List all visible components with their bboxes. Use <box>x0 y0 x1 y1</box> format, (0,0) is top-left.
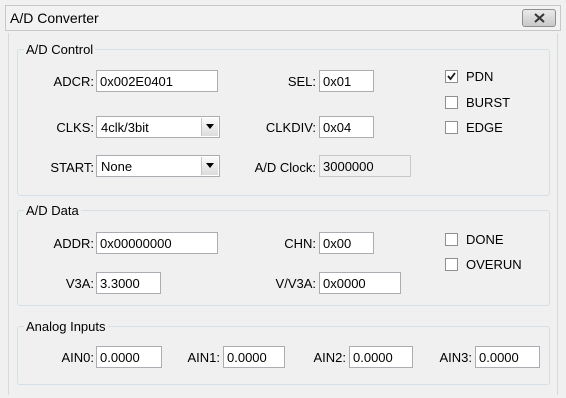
start-value: None <box>101 159 133 174</box>
ain0-label: AIN0: <box>61 350 94 365</box>
clks-value: 4clk/3bit <box>101 120 149 135</box>
overun-checkbox[interactable] <box>445 258 458 271</box>
vv3a-field[interactable]: 0x0000 <box>319 272 401 294</box>
addr-field[interactable]: 0x00000000 <box>96 232 218 254</box>
overun-label[interactable]: OVERUN <box>466 257 522 272</box>
ad-clock-field: 3000000 <box>319 155 411 177</box>
done-checkbox[interactable] <box>445 233 458 246</box>
checkmark-icon <box>447 72 456 81</box>
edge-label[interactable]: EDGE <box>466 120 503 135</box>
ain3-field[interactable]: 0.0000 <box>475 346 540 368</box>
clks-dropdown[interactable]: 4clk/3bit <box>96 116 220 138</box>
adcr-field[interactable]: 0x002E0401 <box>96 70 218 92</box>
addr-label: ADDR: <box>53 236 94 251</box>
burst-checkbox[interactable] <box>445 96 458 109</box>
ad-data-legend: A/D Data <box>26 203 79 218</box>
start-dropdown[interactable]: None <box>96 155 220 177</box>
sel-label: SEL: <box>287 74 316 89</box>
adcr-label: ADCR: <box>53 74 94 89</box>
ain0-field[interactable]: 0.0000 <box>96 346 162 368</box>
ain1-field[interactable]: 0.0000 <box>223 346 285 368</box>
done-label[interactable]: DONE <box>466 232 504 247</box>
ain2-label: AIN2: <box>313 350 346 365</box>
ain1-label: AIN1: <box>187 350 220 365</box>
edge-checkbox[interactable] <box>445 121 458 134</box>
clks-dropdown-arrow[interactable] <box>201 118 218 136</box>
sel-field[interactable]: 0x01 <box>319 70 374 92</box>
clkdiv-label: CLKDIV: <box>265 120 316 135</box>
vv3a-label: V/V3A: <box>275 276 316 291</box>
v3a-field[interactable]: 3.3000 <box>96 272 161 294</box>
chevron-down-icon <box>206 124 214 129</box>
analog-inputs-legend: Analog Inputs <box>26 319 106 334</box>
ain3-label: AIN3: <box>439 350 472 365</box>
chn-field[interactable]: 0x00 <box>319 232 374 254</box>
chevron-down-icon <box>206 163 214 168</box>
v3a-label: V3A: <box>65 276 94 291</box>
ad-converter-window: A/D Converter A/D Control ADCR: 0x002E04… <box>0 0 566 398</box>
pdn-label[interactable]: PDN <box>466 69 493 84</box>
window-title: A/D Converter <box>10 10 99 26</box>
ain2-field[interactable]: 0.0000 <box>349 346 413 368</box>
clkdiv-field[interactable]: 0x04 <box>319 116 374 138</box>
close-icon <box>534 13 545 23</box>
start-dropdown-arrow[interactable] <box>201 157 218 175</box>
pdn-checkbox[interactable] <box>445 70 458 83</box>
ad-clock-label: A/D Clock: <box>254 160 316 175</box>
clks-label: CLKS: <box>56 120 94 135</box>
ad-control-legend: A/D Control <box>26 42 94 57</box>
close-button[interactable] <box>522 9 556 27</box>
chn-label: CHN: <box>284 236 316 251</box>
start-label: START: <box>50 160 94 175</box>
burst-label[interactable]: BURST <box>466 95 510 110</box>
